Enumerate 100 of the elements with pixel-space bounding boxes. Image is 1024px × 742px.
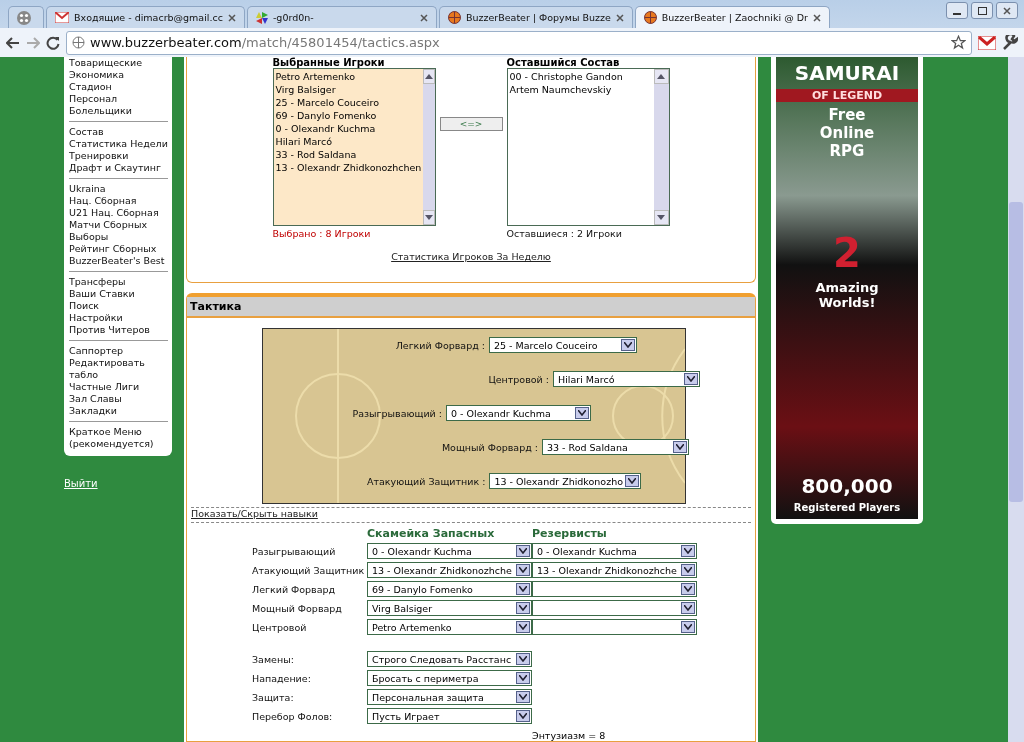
sidebar-link[interactable]: Экономика — [69, 69, 168, 81]
player-option[interactable]: 69 - Danylo Fomenko — [275, 109, 422, 122]
selected-players-list[interactable]: Petro Artemenko Virg Balsiger 25 - Marcelo Couceiro 69 - Danylo Fomenko 0 - Olexandr Kuchma Hilari Marcó 33 - Rod Saldana 13 - Olexandr Zhidkonozhchen — [272, 68, 436, 226]
player-option[interactable]: 00 - Christophe Gandon — [509, 70, 652, 83]
sidebar-link[interactable]: Персонал — [69, 93, 168, 105]
sidebar-link[interactable]: Статистика Недели — [69, 138, 168, 150]
sidebar-link[interactable]: Трансферы — [69, 276, 168, 288]
dropdown[interactable]: Virg Balsiger — [367, 600, 532, 616]
show-skills-link[interactable]: Показать/Скрыть навыки — [191, 508, 755, 519]
sidebar-link[interactable]: Тренировки — [69, 150, 168, 162]
dropdown[interactable]: 13 - Olexandr Zhidkonozho — [489, 473, 641, 489]
dropdown[interactable]: 0 - Olexandr Kuchma — [367, 543, 532, 559]
browser-tab[interactable]: BuzzerBeater | Zaochniki @ Dr — [634, 6, 830, 28]
sidebar-link[interactable]: Состав — [69, 126, 168, 138]
player-option[interactable]: Petro Artemenko — [275, 70, 422, 83]
swap-button[interactable]: <=> — [439, 117, 503, 131]
chevron-down-icon — [687, 376, 695, 382]
player-option[interactable]: Virg Balsiger — [275, 83, 422, 96]
dropdown[interactable]: 0 - Olexandr Kuchma — [446, 405, 591, 421]
sidebar-link[interactable]: Частные Лиги — [69, 381, 168, 393]
address-bar[interactable]: www.buzzerbeater.com/match/45801454/tactics.aspx — [66, 30, 972, 55]
dropdown[interactable]: Бросать с периметра — [367, 670, 532, 686]
chevron-down-icon — [684, 586, 692, 592]
sidebar-link[interactable]: Товарищеские — [69, 57, 168, 69]
scrollbar[interactable] — [653, 69, 669, 225]
dropdown[interactable]: 13 - Olexandr Zhidkonozhche — [367, 562, 532, 578]
sidebar-link[interactable]: Поиск — [69, 300, 168, 312]
sidebar-link[interactable]: Ваши Ставки — [69, 288, 168, 300]
sidebar-link[interactable]: Болельщики — [69, 105, 168, 117]
scroll-down-icon[interactable] — [657, 215, 665, 220]
column-header: Скамейка Запасных — [367, 527, 496, 540]
remaining-players-list[interactable]: 00 - Christophe Gandon Artem Naumchevskiy — [506, 68, 670, 226]
sidebar-link[interactable]: Редактировать табло — [69, 357, 168, 381]
sidebar-link[interactable]: U21 Нац. Сборная — [69, 207, 168, 219]
position-label: Центровой : — [488, 373, 549, 385]
dropdown[interactable]: Hilari Marcó — [553, 371, 700, 387]
dropdown[interactable] — [532, 619, 697, 635]
sidebar-link[interactable]: Стадион — [69, 81, 168, 93]
sidebar-link[interactable]: Зал Славы — [69, 393, 168, 405]
browser-tab[interactable]: BuzzerBeater | Форумы Buzze — [438, 6, 633, 28]
sidebar-link[interactable]: Выборы — [69, 231, 168, 243]
player-option[interactable]: 25 - Marcelo Couceiro — [275, 96, 422, 109]
chevron-down-icon — [684, 567, 692, 573]
setting-label: Перебор Фолов: — [252, 710, 334, 722]
sidebar-link[interactable]: Против Читеров — [69, 324, 168, 336]
dropdown[interactable]: 25 - Marcelo Couceiro — [489, 337, 637, 353]
logout-link[interactable]: Выйти — [64, 478, 172, 489]
reload-icon[interactable] — [46, 35, 60, 50]
dropdown[interactable] — [532, 581, 697, 597]
weekly-stats-link[interactable]: Статистика Игроков За Неделю — [391, 251, 551, 262]
scroll-up-icon[interactable] — [424, 74, 433, 79]
list-title: Оставшийся Состав — [506, 57, 621, 68]
sidebar-link[interactable]: Краткое Меню (рекомендуется) — [69, 426, 168, 450]
envelope-icon[interactable] — [978, 35, 996, 50]
dropdown[interactable]: 13 - Olexandr Zhidkonozhche — [532, 562, 697, 578]
dropdown[interactable]: Пусть Играет — [367, 708, 532, 724]
chevron-down-icon — [628, 478, 636, 484]
chevron-down-icon — [519, 694, 527, 700]
chevron-down-icon — [624, 342, 632, 348]
player-option[interactable]: 0 - Olexandr Kuchma — [275, 122, 422, 135]
close-icon[interactable] — [227, 13, 236, 22]
dropdown[interactable]: Персональная защита — [367, 689, 532, 705]
enthusiasm-text: Энтузиазм = 8 — [532, 730, 607, 741]
chevron-down-icon — [519, 605, 527, 611]
browser-tab[interactable]: -g0rd0n- — [246, 6, 437, 28]
apps-tab[interactable] — [8, 6, 44, 28]
close-icon[interactable] — [419, 13, 428, 22]
dropdown[interactable]: Строго Следовать Расстанс — [367, 651, 532, 667]
sidebar-link[interactable]: Рейтинг Сборных — [69, 243, 168, 255]
dropdown[interactable]: 69 - Danylo Fomenko — [367, 581, 532, 597]
scroll-up-icon[interactable] — [657, 74, 665, 79]
browser-tab[interactable]: Входящие - dimacrb@gmail.cc — [46, 6, 245, 28]
scrollbar[interactable] — [423, 69, 435, 225]
sidebar-link[interactable]: BuzzerBeater's Best — [69, 255, 168, 267]
back-icon[interactable] — [6, 36, 20, 49]
dropdown[interactable]: Petro Artemenko — [367, 619, 532, 635]
sidebar-link[interactable]: Драфт и Скаутинг — [69, 162, 168, 174]
player-option[interactable]: Hilari Marcó — [275, 135, 422, 148]
close-icon[interactable] — [615, 13, 624, 22]
sidebar-link[interactable]: Матчи Сборных — [69, 219, 168, 231]
selected-count: Выбрано : 8 Игроки — [272, 228, 372, 239]
close-icon[interactable] — [1003, 6, 1011, 15]
dropdown[interactable]: 0 - Olexandr Kuchma — [532, 543, 697, 559]
wrench-icon[interactable] — [1002, 34, 1018, 51]
page-scrollbar[interactable] — [1008, 57, 1024, 742]
player-option[interactable]: 33 - Rod Saldana — [275, 148, 422, 161]
maximize-icon[interactable] — [977, 6, 987, 15]
sidebar-link[interactable]: Нац. Сборная — [69, 195, 168, 207]
player-option[interactable]: Artem Naumchevskiy — [509, 83, 652, 96]
scroll-down-icon[interactable] — [424, 215, 433, 220]
ad-banner[interactable]: SAMURAI OF LEGEND Free Online RPG 2 Amazing Worlds! 800,000 Registered Players — [776, 57, 918, 519]
star-icon[interactable] — [951, 35, 966, 50]
sidebar-link[interactable]: Саппортер — [69, 345, 168, 357]
player-option[interactable]: 13 - Olexandr Zhidkonozhchen — [275, 161, 422, 174]
sidebar-link[interactable]: Настройки — [69, 312, 168, 324]
dropdown[interactable]: 33 - Rod Saldana — [542, 439, 689, 455]
sidebar-link[interactable]: Закладки — [69, 405, 168, 417]
dropdown[interactable] — [532, 600, 697, 616]
close-icon[interactable] — [812, 13, 821, 22]
sidebar-link[interactable]: Ukraina — [69, 183, 168, 195]
